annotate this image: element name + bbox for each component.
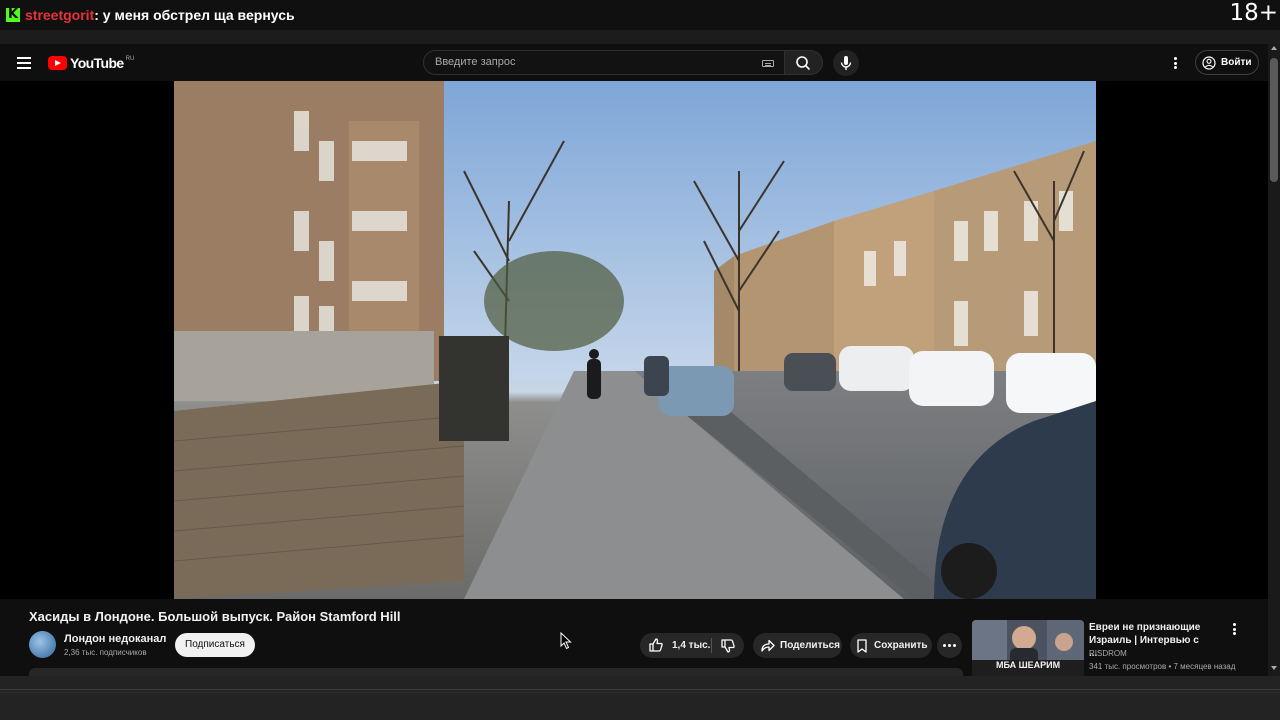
voice-search-button[interactable] (833, 50, 859, 76)
mouse-cursor-icon (560, 632, 572, 650)
bottom-window-chrome (0, 676, 1280, 720)
youtube-header: YouTube RU Войти (0, 44, 1268, 81)
thumbnail-caption: МБА ШЕАРИМ (996, 660, 1061, 670)
account-icon (1202, 55, 1216, 70)
channel-avatar[interactable] (29, 631, 56, 658)
chrome-divider (0, 692, 1280, 693)
more-dot (953, 644, 956, 647)
login-label: Войти (1221, 57, 1252, 68)
scroll-down-icon[interactable] (1271, 666, 1277, 670)
subscriber-count: 2,36 тыс. подписчиков (64, 648, 147, 657)
chrome-divider (0, 689, 1280, 690)
search-input[interactable] (435, 56, 745, 68)
save-label: Сохранить (874, 640, 928, 651)
recommended-video-thumbnail[interactable]: МБА ШЕАРИМ (972, 620, 1084, 676)
scroll-up-icon[interactable] (1271, 46, 1277, 50)
share-label: Поделиться (780, 640, 841, 651)
share-button[interactable]: Поделиться (753, 633, 842, 658)
search-button[interactable] (785, 50, 823, 75)
video-title: Хасиды в Лондоне. Большой выпуск. Район … (29, 609, 401, 624)
video-player[interactable] (0, 81, 1268, 599)
save-button[interactable]: Сохранить (850, 633, 932, 658)
stream-chat-bar: K streetgorit : у меня обстрел ща вернус… (0, 0, 1280, 30)
login-button[interactable]: Войти (1195, 50, 1259, 75)
window-separator (0, 30, 1280, 44)
search-box (423, 50, 785, 75)
recommended-more-icon[interactable] (1233, 623, 1237, 635)
more-actions-button[interactable] (937, 633, 962, 658)
more-dot (943, 644, 946, 647)
channel-name[interactable]: Лондон недоканал (64, 633, 166, 645)
share-icon (761, 639, 775, 652)
youtube-play-icon (48, 56, 67, 70)
age-rating-badge: 18+ (1229, 0, 1278, 26)
region-code: RU (125, 55, 135, 62)
thumbs-down-icon[interactable] (712, 633, 744, 658)
like-count[interactable]: 1,4 тыс. (672, 640, 710, 651)
video-frame[interactable] (174, 81, 1096, 599)
search-icon (796, 56, 810, 70)
subscribe-button[interactable]: Подписаться (175, 633, 255, 657)
stream-message: : у меня обстрел ща вернусь (94, 7, 295, 23)
recommended-meta: 341 тыс. просмотров • 7 месяцев назад (1089, 662, 1236, 671)
thumbs-up-icon[interactable] (640, 633, 672, 658)
kick-logo-icon: K (6, 7, 20, 22)
recommended-channel[interactable]: RISDROM (1089, 649, 1127, 658)
stream-username: streetgorit (25, 7, 95, 23)
more-vert-icon[interactable] (1174, 57, 1178, 69)
scroll-thumb[interactable] (1270, 58, 1278, 182)
mic-icon (840, 56, 852, 70)
youtube-logo[interactable]: YouTube RU (48, 55, 134, 71)
youtube-wordmark: YouTube (70, 55, 124, 71)
menu-icon[interactable] (17, 57, 31, 69)
bookmark-icon (857, 639, 867, 653)
video-scene (174, 81, 1096, 599)
like-dislike-group: 1,4 тыс. (640, 633, 744, 658)
more-dot (948, 644, 951, 647)
description-box[interactable] (29, 668, 963, 676)
keyboard-icon[interactable] (762, 60, 774, 67)
page-scrollbar[interactable] (1268, 44, 1280, 676)
